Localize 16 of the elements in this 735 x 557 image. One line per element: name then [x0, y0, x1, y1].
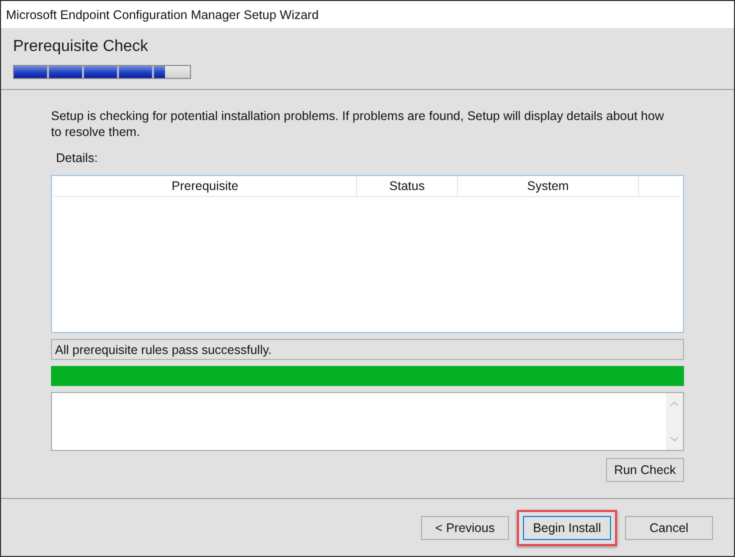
scroll-down-icon[interactable]	[670, 436, 679, 442]
column-header[interactable]: Prerequisite	[54, 176, 357, 196]
window-title: Microsoft Endpoint Configuration Manager Setup Wizard	[6, 8, 319, 22]
wizard-button[interactable]: Cancel	[625, 516, 713, 540]
scroll-up-icon[interactable]	[670, 401, 679, 407]
wizard-button[interactable]: < Previous	[421, 516, 509, 540]
column-header[interactable]: System	[458, 176, 639, 196]
wizard-button[interactable]: Begin Install	[523, 516, 611, 540]
column-header[interactable]: Status	[357, 176, 458, 196]
intro-text: Setup is checking for potential installation problems. If problems are found, Setup will display details about how to resolve them.	[51, 108, 665, 140]
run-check-button[interactable]: Run Check	[606, 458, 684, 482]
page-title: Prerequisite Check	[13, 38, 150, 56]
status-message: All prerequisite rules pass successfully.	[51, 339, 684, 360]
scrollbar[interactable]	[666, 393, 683, 450]
details-text-area[interactable]	[51, 392, 684, 451]
details-label: Details:	[56, 151, 99, 165]
